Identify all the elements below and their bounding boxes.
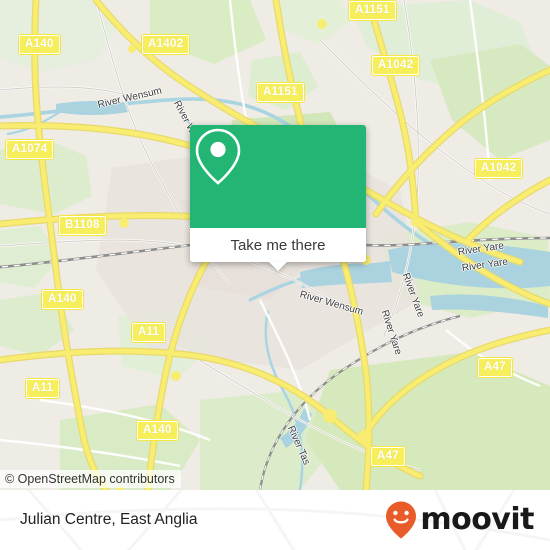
location-popup-card[interactable]: Take me there	[190, 125, 366, 271]
road-shield: A1402	[141, 34, 191, 55]
popup-header	[190, 125, 366, 228]
popup-tail	[269, 262, 287, 271]
road-shield: A1042	[371, 55, 421, 76]
road-shield: B1108	[58, 215, 107, 236]
moovit-logo[interactable]: moovit	[384, 500, 534, 540]
place-name: Julian Centre, East Anglia	[20, 511, 198, 528]
map-attribution[interactable]: © OpenStreetMap contributors	[0, 470, 181, 488]
map-pin-icon	[195, 128, 241, 185]
map-screen: A140 A1402 A1151 A1042 A1151 A1074 A1042 B1108 A…	[0, 0, 550, 550]
road-shield: A140	[18, 34, 61, 55]
road-shield: A1074	[5, 139, 55, 160]
road-shield: A1151	[348, 0, 397, 21]
road-shield: A140	[41, 289, 84, 310]
road-shield: A1042	[474, 158, 524, 179]
road-shield: A140	[136, 420, 179, 441]
map-canvas[interactable]: A140 A1402 A1151 A1042 A1151 A1074 A1042 B1108 A…	[0, 0, 550, 490]
moovit-wordmark: moovit	[420, 502, 534, 537]
road-shield: A11	[131, 322, 167, 343]
popup-action[interactable]: Take me there	[190, 228, 366, 262]
road-shield: A47	[477, 357, 513, 378]
road-shield: A1151	[256, 82, 305, 103]
moovit-pin-smiley-icon	[386, 501, 417, 539]
popup-action-label: Take me there	[230, 236, 326, 254]
footer-bar: Julian Centre, East Anglia moovit	[0, 490, 550, 550]
road-shield: A11	[25, 378, 61, 399]
road-shield: A47	[370, 446, 406, 467]
